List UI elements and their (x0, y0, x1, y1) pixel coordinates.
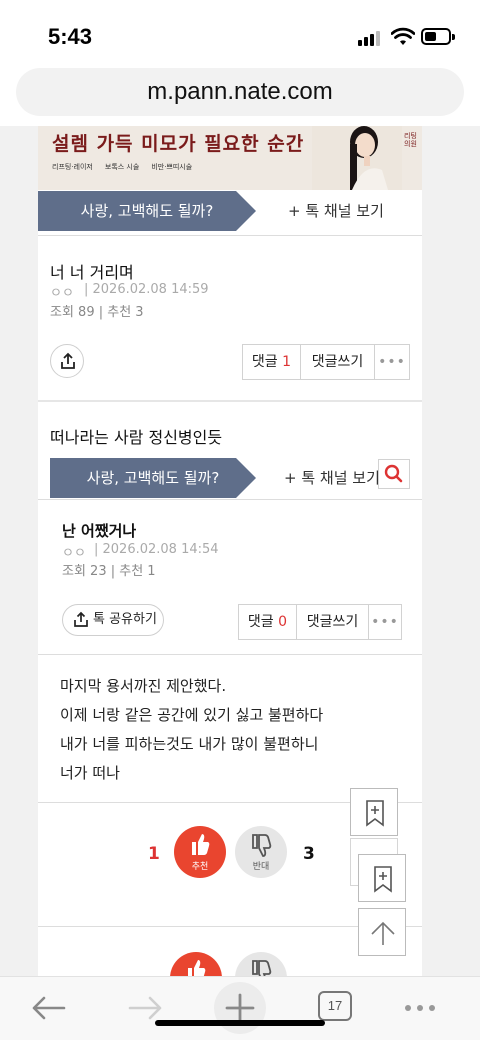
divider (38, 235, 422, 236)
recommend-count: 1 (148, 844, 160, 864)
arrow-up-icon (371, 921, 395, 945)
recommend-button[interactable] (170, 952, 222, 976)
post-stats: 조회 23 | 추천 1 (62, 564, 156, 579)
divider (38, 499, 422, 500)
channel-name-link[interactable]: 사랑, 고백해도 될까? (50, 458, 256, 498)
signal-icon (358, 30, 384, 46)
comments-button[interactable]: 댓글 1 (243, 345, 301, 379)
share-button[interactable] (50, 344, 84, 378)
clock: 5:43 (48, 24, 93, 49)
body-line: 내가 너를 피하는것도 내가 많이 불편하니 (60, 735, 319, 753)
more-options-button[interactable]: ••• (369, 605, 401, 639)
page-content: 설렘 가득 미모가 필요한 순간 리프팅·레이저 보톡스 시술 비만·쁘띠시술 리팅… (0, 126, 480, 976)
share-label: 톡 공유하기 (93, 612, 157, 627)
kakao-share-button[interactable]: 톡 공유하기 (62, 604, 164, 636)
oppose-label: 반대 (252, 862, 270, 872)
comments-button[interactable]: 댓글 0 (239, 605, 297, 639)
search-icon (384, 464, 403, 483)
post-datetime: | 2026.02.08 14:59 (84, 282, 209, 297)
divider (38, 654, 422, 655)
thumbs-down-icon (252, 960, 272, 976)
oppose-button[interactable] (235, 952, 287, 976)
bookmark-button[interactable] (358, 854, 406, 902)
ad-tags: 리프팅·레이저 보톡스 시술 비만·쁘띠시술 (52, 162, 204, 172)
post-title[interactable]: 너 너 거리며 (50, 259, 134, 283)
ad-banner[interactable]: 설렘 가득 미모가 필요한 순간 리프팅·레이저 보톡스 시술 비만·쁘띠시술 리팅… (38, 126, 422, 190)
thumbs-down-icon (252, 834, 272, 857)
tabs-button[interactable]: 17 (318, 991, 352, 1021)
ad-model-image (312, 126, 402, 190)
ad-tag: 보톡스 시술 (104, 163, 140, 171)
body-line: 마지막 용서까진 제안했다. (60, 677, 227, 695)
ad-tag: 비만·쁘띠시술 (151, 163, 193, 171)
channel-bar: 사랑, 고백해도 될까? + 톡 채널 보기 (38, 458, 422, 498)
body-line: 이제 너랑 같은 공간에 있기 싫고 불편하다 (60, 706, 324, 724)
comment-actions: 댓글 1 댓글쓰기 ••• (242, 344, 410, 380)
share-icon (74, 611, 88, 627)
wifi-icon (391, 27, 415, 45)
bookmark-add-icon (374, 866, 392, 893)
write-comment-button[interactable]: 댓글쓰기 (301, 345, 375, 379)
post-heading[interactable]: 떠나라는 사람 정신병인듯 (50, 424, 222, 448)
bookmark-add-icon (366, 800, 384, 827)
more-options-button[interactable]: ••• (375, 345, 409, 379)
post-body: 마지막 용서까진 제안했다. 이제 너랑 같은 공간에 있기 싫고 불편하다 내… (60, 672, 323, 788)
recommend-button[interactable]: 추천 (174, 826, 226, 878)
post-author: ㅇㅇ (62, 546, 86, 561)
oppose-button[interactable]: 반대 (235, 826, 287, 878)
back-icon[interactable] (28, 977, 68, 1040)
thumbs-up-icon (192, 834, 210, 855)
thumbs-up-icon (188, 960, 206, 976)
scroll-top-button[interactable] (358, 908, 406, 956)
more-menu-icon[interactable] (402, 977, 442, 1040)
ad-brand: 리팅의원 (404, 132, 417, 148)
comment-count: 1 (282, 354, 292, 370)
ad-tag: 리프팅·레이저 (52, 163, 93, 171)
forward-icon[interactable] (126, 977, 166, 1040)
status-bar: 5:43 (0, 0, 480, 70)
view-channel-link[interactable]: + 톡 채널 보기 (284, 458, 380, 498)
divider (38, 400, 422, 402)
comment-count: 0 (278, 614, 288, 630)
bookmark-button[interactable] (350, 788, 398, 836)
browser-toolbar: 17 (0, 976, 480, 1040)
channel-bar: 사랑, 고백해도 될까? + 톡 채널 보기 (38, 191, 422, 231)
new-tab-icon[interactable] (212, 977, 268, 1040)
share-icon (61, 352, 75, 369)
post-author: ㅇㅇ (50, 286, 74, 301)
recommend-label: 추천 (191, 862, 209, 872)
write-comment-button[interactable]: 댓글쓰기 (297, 605, 369, 639)
channel-name-link[interactable]: 사랑, 고백해도 될까? (38, 191, 256, 231)
view-channel-link[interactable]: + 톡 채널 보기 (288, 191, 384, 231)
post-datetime: | 2026.02.08 14:54 (94, 542, 219, 557)
battery-icon (421, 28, 455, 45)
home-indicator[interactable] (155, 1020, 325, 1026)
comment-actions: 댓글 0 댓글쓰기 ••• (238, 604, 402, 640)
address-bar[interactable]: m.pann.nate.com (16, 68, 464, 116)
search-button[interactable] (378, 459, 410, 489)
ad-headline: 설렘 가득 미모가 필요한 순간 (52, 133, 305, 155)
post-title[interactable]: 난 어쨌거나 (62, 520, 136, 541)
body-line: 너가 떠나 (60, 764, 120, 782)
oppose-count: 3 (303, 844, 315, 864)
post-stats: 조회 89 | 추천 3 (50, 305, 144, 320)
